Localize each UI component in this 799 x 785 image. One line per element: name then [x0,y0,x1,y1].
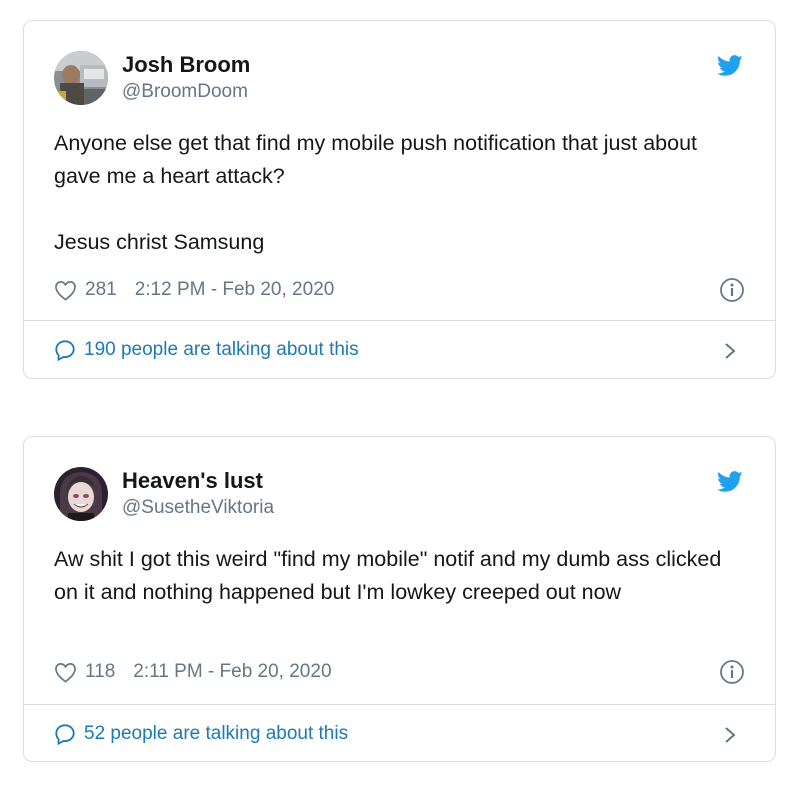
tweet-paragraph: Jesus christ Samsung [54,230,265,254]
heart-icon[interactable] [54,662,77,683]
tweet-meta: 118 2:11 PM - Feb 20, 2020 [54,661,332,683]
twitter-bird-icon[interactable] [717,471,743,493]
display-name[interactable]: Heaven's lust [122,468,263,494]
timestamp[interactable]: 2:11 PM - Feb 20, 2020 [133,661,331,683]
tweet-text: Aw shit I got this weird "find my mobile… [54,543,735,609]
talking-link[interactable]: 190 people are talking about this [54,339,359,361]
tweet-meta: 281 2:12 PM - Feb 20, 2020 [54,279,334,301]
tweet-card[interactable]: Heaven's lust @SusetheViktoria Aw shit I… [23,436,776,762]
like-count[interactable]: 281 [85,279,117,301]
avatar[interactable] [54,51,108,105]
chevron-right-icon[interactable] [723,342,737,360]
tweet-paragraph: Anyone else get that find my mobile push… [54,131,698,188]
talking-link[interactable]: 52 people are talking about this [54,723,348,745]
talking-label[interactable]: 52 people are talking about this [84,723,348,745]
speech-bubble-icon [55,340,75,361]
avatar[interactable] [54,467,108,521]
talking-label[interactable]: 190 people are talking about this [84,339,359,361]
display-name[interactable]: Josh Broom [122,52,250,78]
user-handle[interactable]: @BroomDoom [122,81,248,103]
speech-bubble-icon [55,724,75,745]
heart-icon[interactable] [54,280,77,301]
user-handle[interactable]: @SusetheViktoria [122,497,274,519]
timestamp[interactable]: 2:12 PM - Feb 20, 2020 [135,279,335,301]
tweet-card[interactable]: Josh Broom @BroomDoom Anyone else get th… [23,20,776,379]
divider [24,320,775,321]
like-count[interactable]: 118 [85,661,115,683]
divider [24,704,775,705]
tweet-paragraph: Aw shit I got this weird "find my mobile… [54,547,722,604]
twitter-bird-icon[interactable] [717,55,743,77]
info-icon[interactable] [719,659,745,685]
info-icon[interactable] [719,277,745,303]
tweet-text: Anyone else get that find my mobile push… [54,127,735,259]
chevron-right-icon[interactable] [723,726,737,744]
